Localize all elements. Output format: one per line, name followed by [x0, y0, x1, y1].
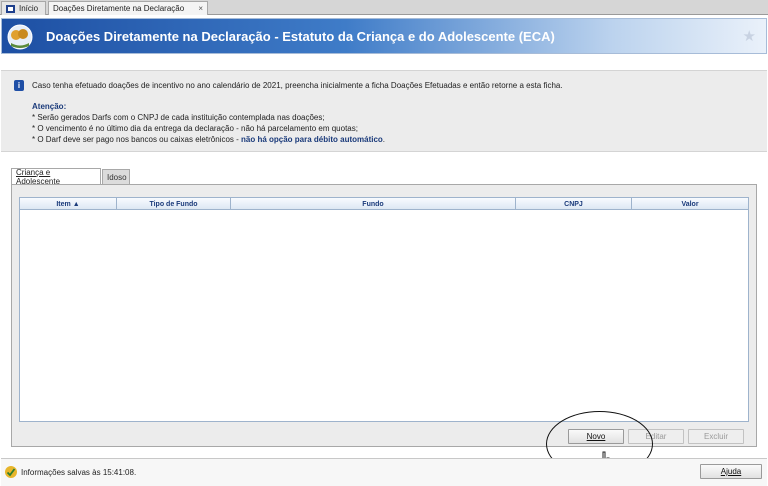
- info-message: Caso tenha efetuado doações de incentivo…: [32, 81, 563, 90]
- tab-strip: Início Doações Diretamente na Declaração…: [0, 0, 768, 15]
- column-header-cnpj[interactable]: CNPJ: [516, 198, 632, 210]
- attention-line-3-bold: não há opção para débito automático: [241, 135, 383, 144]
- attention-line-3-prefix: * O Darf deve ser pago nos bancos ou cai…: [32, 135, 241, 144]
- tab-inicio[interactable]: Início: [1, 1, 46, 15]
- attention-line-2: * O vencimento é no último dia da entreg…: [32, 124, 358, 133]
- home-icon: [6, 4, 15, 13]
- status-bar: Informações salvas às 15:41:08.: [1, 458, 767, 486]
- favorite-star-icon[interactable]: ★: [743, 27, 756, 45]
- column-header-valor[interactable]: Valor: [632, 198, 748, 210]
- attention-line-3: * O Darf deve ser pago nos bancos ou cai…: [32, 135, 385, 144]
- attention-line-3-suffix: .: [382, 135, 386, 144]
- ajuda-button[interactable]: Ajuda: [700, 464, 762, 479]
- tab-idoso[interactable]: Idoso: [102, 169, 130, 184]
- tab-crianca-adolescente[interactable]: Criança e Adolescente: [11, 168, 101, 186]
- excluir-button[interactable]: Excluir: [688, 429, 744, 444]
- close-icon[interactable]: ×: [198, 4, 203, 13]
- info-icon: i: [14, 80, 24, 91]
- tab-inicio-label: Início: [19, 4, 39, 13]
- column-header-item[interactable]: Item ▲: [20, 198, 117, 210]
- attention-title: Atenção:: [32, 102, 67, 111]
- page-header: Doações Diretamente na Declaração - Esta…: [1, 18, 767, 54]
- page-title: Doações Diretamente na Declaração - Esta…: [46, 29, 555, 44]
- saved-status-icon: [5, 466, 17, 478]
- attention-line-1: * Serão gerados Darfs com o CNPJ de cada…: [32, 113, 325, 122]
- column-header-fundo[interactable]: Fundo: [231, 198, 516, 210]
- tab-doacoes-label: Doações Diretamente na Declaração: [53, 4, 185, 13]
- table-header: Item ▲ Tipo de Fundo Fundo CNPJ Valor: [20, 198, 748, 210]
- column-header-tipo-fundo[interactable]: Tipo de Fundo: [117, 198, 231, 210]
- tab-doacoes-declaracao[interactable]: Doações Diretamente na Declaração ×: [48, 1, 208, 15]
- donations-table[interactable]: Item ▲ Tipo de Fundo Fundo CNPJ Valor: [19, 197, 749, 422]
- tab-content-panel: Item ▲ Tipo de Fundo Fundo CNPJ Valor: [11, 184, 757, 447]
- hands-donation-icon: [7, 24, 33, 50]
- info-panel: i Caso tenha efetuado doações de incenti…: [1, 70, 767, 152]
- status-text: Informações salvas às 15:41:08.: [21, 468, 137, 477]
